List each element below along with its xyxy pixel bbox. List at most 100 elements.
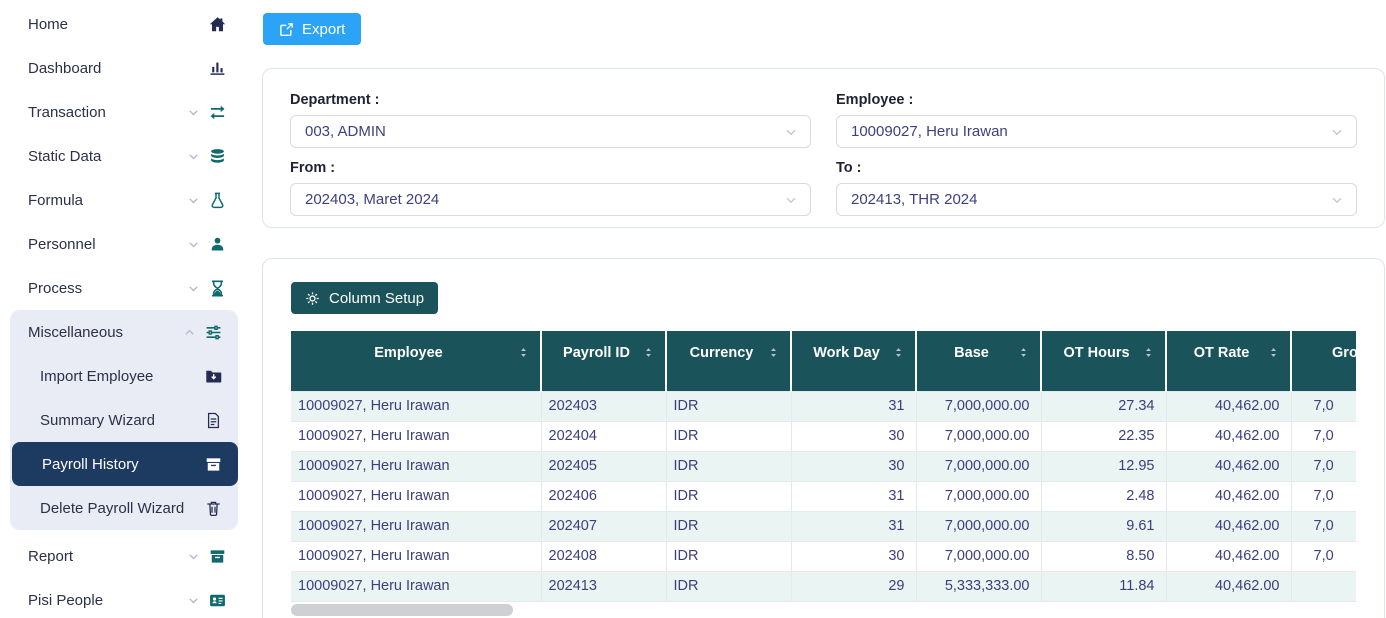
export-label: Export [302,21,345,38]
table-cell: 202408 [541,541,666,571]
report-icon [209,548,226,565]
sidebar-item-label: Static Data [28,148,187,165]
employee-select[interactable]: 10009027, Heru Irawan [836,115,1357,148]
table-cell: IDR [666,421,791,451]
sidebar-item-payroll-history[interactable]: Payroll History [12,442,238,486]
sidebar-item-pisi-people[interactable]: Pisi People [0,578,248,618]
table-cell: 8.50 [1041,541,1166,571]
export-button[interactable]: Export [263,13,361,45]
hourglass-icon [209,280,226,297]
table-cell: 202406 [541,481,666,511]
column-header-currency[interactable]: Currency [666,331,791,391]
table-cell: 31 [791,511,916,541]
table-cell: 31 [791,391,916,421]
sidebar-item-report[interactable]: Report [0,534,248,578]
database-icon [209,148,226,165]
table-row: 10009027, Heru Irawan202404IDR307,000,00… [291,421,1356,451]
column-header-payroll-id[interactable]: Payroll ID [541,331,666,391]
id-card-icon [209,592,226,609]
column-header-gross-as[interactable]: Gross As [1291,331,1356,391]
summary-wizard-icon [205,412,222,429]
table-cell [1291,571,1356,601]
column-header-employee[interactable]: Employee [291,331,541,391]
sidebar-item-label: Personnel [28,236,187,253]
sidebar-item-transaction[interactable]: Transaction [0,90,248,134]
table-cell: 7,000,000.00 [916,481,1041,511]
sort-icon [767,346,780,359]
sidebar-item-process[interactable]: Process [0,266,248,310]
sidebar-item-label: Summary Wizard [40,412,205,429]
column-label: Gross As [1292,345,1356,361]
sidebar-item-home[interactable]: Home [0,2,248,46]
person-icon [209,236,226,253]
bar-chart-icon [209,60,226,77]
payroll-history-table: EmployeePayroll IDCurrencyWork DayBaseOT… [291,331,1356,602]
table-cell: 202413 [541,571,666,601]
column-header-base[interactable]: Base [916,331,1041,391]
sidebar-item-label: Transaction [28,104,187,121]
table-cell: 12.95 [1041,451,1166,481]
horizontal-scrollbar-thumb[interactable] [291,604,513,616]
chevron-down-icon [187,194,200,207]
sidebar-item-label: Formula [28,192,187,209]
table-cell: 10009027, Heru Irawan [291,451,541,481]
flask-icon [209,192,226,209]
from-select[interactable]: 202403, Maret 2024 [290,183,811,216]
table-cell: 202404 [541,421,666,451]
table-cell: 31 [791,481,916,511]
sidebar-item-label: Home [28,16,209,33]
chevron-down-icon [187,594,200,607]
from-value: 202403, Maret 2024 [305,191,439,208]
delete-payroll-icon [205,500,222,517]
table-cell: 9.61 [1041,511,1166,541]
sidebar-item-personnel[interactable]: Personnel [0,222,248,266]
gear-icon [305,291,320,306]
table-cell: 10009027, Heru Irawan [291,481,541,511]
filter-panel: Department : 003, ADMIN Employee : 10009… [262,68,1385,228]
table-cell: IDR [666,511,791,541]
horizontal-scrollbar[interactable] [291,604,1356,617]
department-filter: Department : 003, ADMIN [290,92,811,148]
sidebar-item-import-employee[interactable]: Import Employee [10,354,238,398]
table-cell: 7,000,000.00 [916,391,1041,421]
table-cell: 10009027, Heru Irawan [291,421,541,451]
table-cell: 10009027, Heru Irawan [291,541,541,571]
sidebar-item-miscellaneous[interactable]: Miscellaneous [10,310,238,354]
sidebar-item-delete-payroll-wizard[interactable]: Delete Payroll Wizard [10,486,238,530]
table-cell: 2.48 [1041,481,1166,511]
column-header-ot-rate[interactable]: OT Rate [1166,331,1291,391]
to-filter: To : 202413, THR 2024 [836,160,1357,216]
column-header-ot-hours[interactable]: OT Hours [1041,331,1166,391]
sidebar-item-summary-wizard[interactable]: Summary Wizard [10,398,238,442]
sidebar-item-static-data[interactable]: Static Data [0,134,248,178]
to-select[interactable]: 202413, THR 2024 [836,183,1357,216]
chevron-down-icon [1330,125,1344,139]
column-setup-label: Column Setup [329,290,424,307]
table-cell: 7,000,000.00 [916,451,1041,481]
sort-icon [642,346,655,359]
sidebar-item-formula[interactable]: Formula [0,178,248,222]
sidebar-item-dashboard[interactable]: Dashboard [0,46,248,90]
table-cell: 7,0 [1291,511,1356,541]
column-setup-button[interactable]: Column Setup [291,282,438,314]
sort-icon [1267,346,1280,359]
column-header-work-day[interactable]: Work Day [791,331,916,391]
employee-filter: Employee : 10009027, Heru Irawan [836,92,1357,148]
table-cell: 7,000,000.00 [916,421,1041,451]
table-cell: 40,462.00 [1166,451,1291,481]
sidebar-item-label: Miscellaneous [28,324,183,341]
table-row: 10009027, Heru Irawan202405IDR307,000,00… [291,451,1356,481]
sidebar-item-label: Process [28,280,187,297]
table-cell: 202405 [541,451,666,481]
sidebar-item-label: Import Employee [40,368,205,385]
chevron-down-icon [784,193,798,207]
table-cell: 40,462.00 [1166,481,1291,511]
table-cell: 40,462.00 [1166,511,1291,541]
table-cell: 30 [791,541,916,571]
chevron-up-icon [183,326,196,339]
sidebar-item-label: Dashboard [28,60,209,77]
table-row: 10009027, Heru Irawan202408IDR307,000,00… [291,541,1356,571]
department-select[interactable]: 003, ADMIN [290,115,811,148]
sidebar-item-label: Report [28,548,187,565]
main-content: Export Department : 003, ADMIN Employee … [248,0,1386,618]
